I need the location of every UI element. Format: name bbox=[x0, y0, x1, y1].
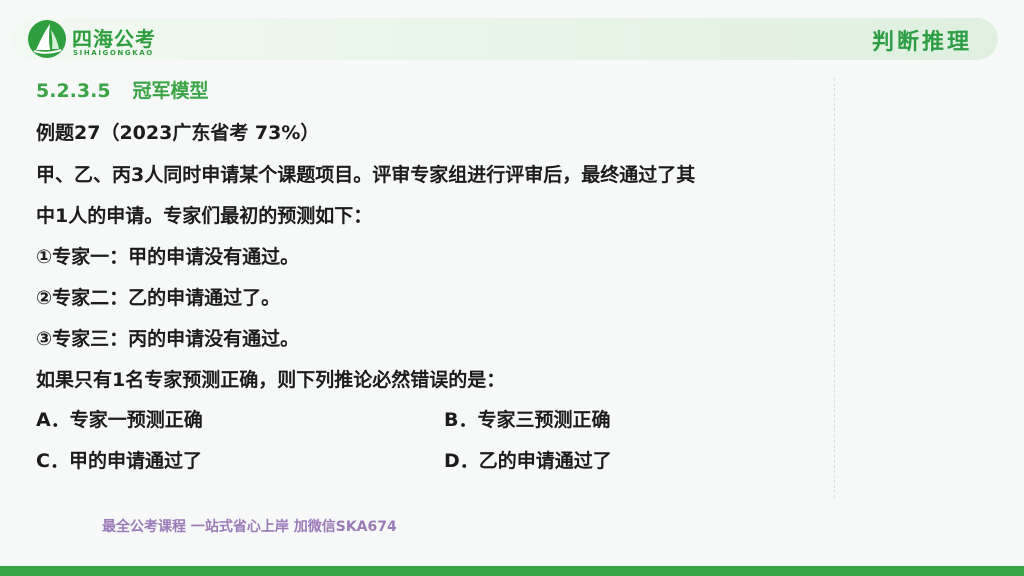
option-b: B．专家三预测正确 bbox=[444, 409, 611, 431]
vertical-divider bbox=[834, 78, 835, 498]
expert-prediction-2: ②专家二：乙的申请通过了。 bbox=[36, 287, 281, 309]
question-line: 中1人的申请。专家们最初的预测如下： bbox=[36, 205, 373, 227]
brand-name-en: SIHAIGONGKAO bbox=[73, 49, 154, 57]
option-c: C．甲的申请通过了 bbox=[36, 450, 202, 472]
section-heading: 5.2.3.5 冠军模型 bbox=[36, 76, 209, 103]
brand-name: 四海公考 bbox=[72, 27, 156, 51]
sail-logo-icon bbox=[28, 20, 66, 58]
brand-logo: 四海公考 SIHAIGONGKAO bbox=[26, 18, 186, 62]
question-prompt: 如果只有1名专家预测正确，则下列推论必然错误的是： bbox=[36, 369, 506, 391]
option-d: D．乙的申请通过了 bbox=[444, 450, 612, 472]
expert-prediction-1: ①专家一：甲的申请没有通过。 bbox=[36, 246, 300, 268]
section-number: 5.2.3.5 bbox=[36, 80, 111, 102]
option-a: A．专家一预测正确 bbox=[36, 409, 203, 431]
question-line: 甲、乙、丙3人同时申请某个课题项目。评审专家组进行评审后，最终通过了其 bbox=[36, 164, 696, 186]
expert-prediction-3: ③专家三：丙的申请没有通过。 bbox=[36, 328, 300, 350]
section-title: 冠军模型 bbox=[132, 80, 209, 102]
section-label: 判断推理 bbox=[871, 30, 972, 55]
promo-text: 最全公考课程 一站式省心上岸 加微信SKA674 bbox=[102, 519, 397, 535]
example-title: 例题27（2023广东省考 73%） bbox=[36, 122, 320, 144]
bottom-bar bbox=[0, 566, 1024, 576]
